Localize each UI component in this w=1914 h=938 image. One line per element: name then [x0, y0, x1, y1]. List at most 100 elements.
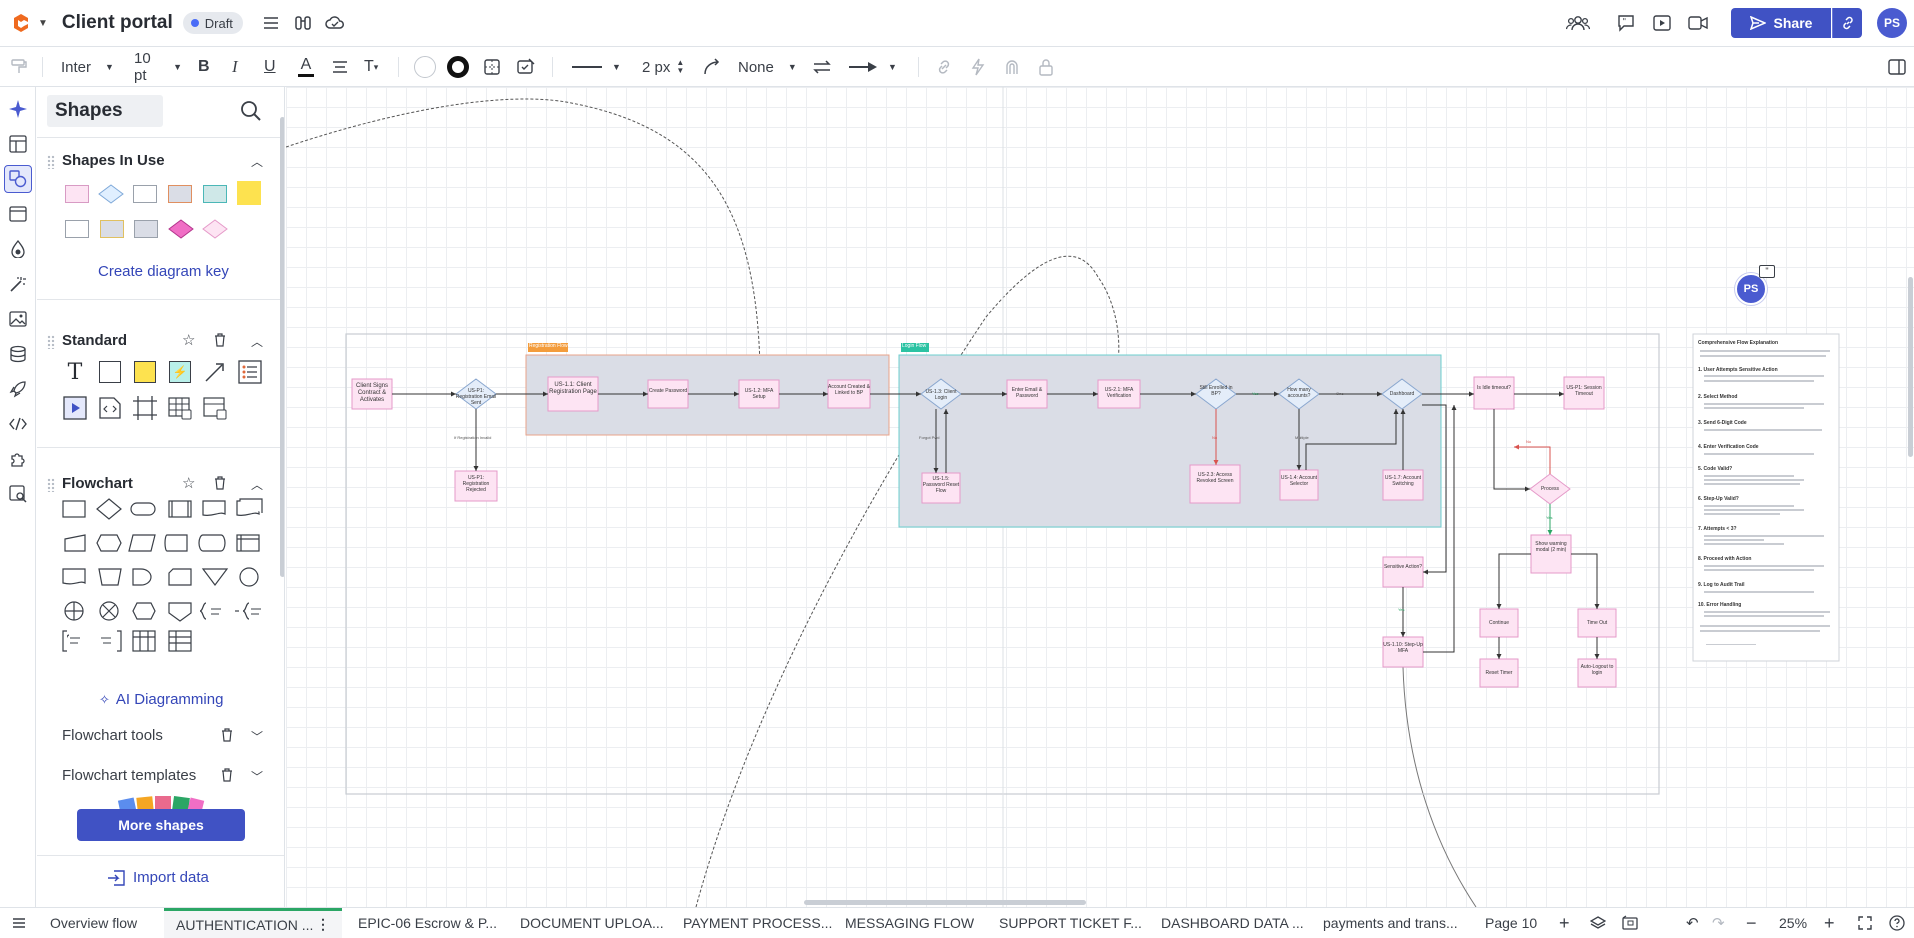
- tab-overview-flow[interactable]: Overview flow: [50, 908, 137, 938]
- undo-icon[interactable]: ↶: [1686, 908, 1699, 938]
- share-button[interactable]: Share: [1731, 8, 1831, 38]
- trash-icon[interactable]: [221, 728, 233, 742]
- swap-endpoints-icon[interactable]: [812, 47, 832, 87]
- present-icon[interactable]: [1648, 9, 1676, 37]
- curved-line-icon[interactable]: [702, 47, 722, 87]
- status-badge[interactable]: Draft: [182, 12, 243, 34]
- swatch-teal-rect[interactable]: [203, 185, 227, 203]
- integrations-icon[interactable]: [289, 9, 317, 37]
- menu-icon[interactable]: [257, 9, 285, 37]
- shape-embed-video[interactable]: [62, 395, 88, 421]
- shape-table[interactable]: [167, 395, 193, 421]
- shape-frame[interactable]: [132, 395, 158, 421]
- tab-document-upload[interactable]: DOCUMENT UPLOA...: [520, 908, 664, 938]
- tab-epic-06[interactable]: EPIC-06 Escrow & P...: [358, 908, 497, 938]
- shape-card[interactable]: [202, 395, 228, 421]
- image-search-icon[interactable]: [4, 480, 32, 508]
- fill-drop-icon[interactable]: [4, 235, 32, 263]
- cloud-saved-icon[interactable]: [321, 9, 349, 37]
- tab-payments-and-trans[interactable]: payments and trans...: [1323, 908, 1458, 938]
- link-icon[interactable]: [935, 47, 953, 87]
- flowchart-templates-section[interactable]: Flowchart templates: [62, 767, 196, 784]
- shape-action-block[interactable]: ⚡: [167, 359, 193, 385]
- italic-button[interactable]: I: [232, 47, 238, 87]
- image-icon[interactable]: [4, 305, 32, 333]
- search-icon[interactable]: [239, 99, 263, 123]
- font-size-select[interactable]: 10 pt ▼: [134, 47, 182, 87]
- favorite-star-icon[interactable]: ☆: [182, 331, 195, 349]
- flowchart-shape-grid[interactable]: [61, 497, 271, 647]
- swatch-magenta-diamond[interactable]: [167, 218, 195, 240]
- magic-tools-icon[interactable]: [4, 270, 32, 298]
- zoom-in-button[interactable]: +: [1824, 908, 1835, 938]
- shapes-icon[interactable]: [4, 165, 32, 193]
- swatch-gray-rect[interactable]: [134, 220, 158, 238]
- canvas-horizontal-scrollbar[interactable]: [804, 900, 1086, 905]
- tab-support-ticket[interactable]: SUPPORT TICKET F...: [999, 908, 1142, 938]
- canvas-vertical-scrollbar[interactable]: [1908, 277, 1913, 457]
- document-title[interactable]: Client portal: [62, 12, 173, 34]
- align-icon[interactable]: [332, 47, 348, 87]
- expand-chevron-icon[interactable]: ﹀: [251, 768, 263, 785]
- comments-icon[interactable]: ": [1612, 9, 1640, 37]
- right-panel-toggle-icon[interactable]: [1888, 47, 1906, 87]
- swatch-white-rect[interactable]: [133, 185, 157, 203]
- layers-icon[interactable]: [1590, 908, 1606, 938]
- flowchart-shape-grid-row5[interactable]: [61, 627, 271, 657]
- tab-authentication[interactable]: AUTHENTICATION ... ⋮: [164, 908, 342, 938]
- drag-handle-icon[interactable]: [47, 335, 55, 349]
- minimap-icon[interactable]: [1622, 908, 1638, 938]
- swatch-white-rect-2[interactable]: [65, 220, 89, 238]
- integrations-puzzle-icon[interactable]: [4, 445, 32, 473]
- line-width-stepper[interactable]: 2 px ▲ ▼: [642, 47, 684, 87]
- user-avatar[interactable]: PS: [1877, 8, 1907, 38]
- drag-handle-icon[interactable]: [47, 155, 55, 169]
- zoom-out-button[interactable]: −: [1746, 908, 1757, 938]
- database-icon[interactable]: [4, 340, 32, 368]
- copy-link-button[interactable]: [1832, 8, 1862, 38]
- rocket-icon[interactable]: [4, 375, 32, 403]
- frames-icon[interactable]: [4, 200, 32, 228]
- section-flowchart[interactable]: Flowchart: [62, 475, 133, 492]
- trash-icon[interactable]: [214, 333, 226, 347]
- tab-dashboard-data[interactable]: DASHBOARD DATA ...: [1161, 908, 1304, 938]
- collapse-chevron-icon[interactable]: ︿: [251, 153, 263, 170]
- shape-text[interactable]: T: [62, 359, 88, 385]
- fill-color-button[interactable]: [414, 47, 436, 87]
- format-painter-icon[interactable]: [10, 47, 28, 87]
- fit-to-screen-icon[interactable]: [1858, 908, 1872, 938]
- swatch-gray-yellow-rect[interactable]: [100, 220, 124, 238]
- border-style-icon[interactable]: [483, 47, 501, 87]
- ai-sparkle-icon[interactable]: [4, 95, 32, 123]
- swatch-gray-orange-rect[interactable]: [168, 185, 192, 203]
- zoom-level[interactable]: 25%: [1779, 908, 1807, 938]
- add-page-button[interactable]: +: [1559, 908, 1570, 938]
- drag-handle-icon[interactable]: [47, 478, 55, 492]
- app-menu-chevron-icon[interactable]: ▼: [38, 18, 48, 29]
- more-shapes-button[interactable]: More shapes: [77, 809, 245, 841]
- redo-icon[interactable]: ↷: [1712, 908, 1725, 938]
- collaborators-icon[interactable]: [1564, 9, 1592, 37]
- tab-more-icon[interactable]: ⋮: [316, 916, 330, 933]
- collapse-chevron-icon[interactable]: ︿: [251, 333, 263, 350]
- font-family-select[interactable]: Inter ▼: [61, 47, 121, 87]
- video-call-icon[interactable]: [1684, 9, 1712, 37]
- import-data-button[interactable]: Import data: [107, 869, 209, 886]
- end-endpoint-select[interactable]: ▼: [848, 47, 897, 87]
- tab-page-10[interactable]: Page 10: [1485, 908, 1537, 938]
- section-shapes-in-use[interactable]: Shapes In Use: [62, 152, 165, 169]
- shape-sticky-note[interactable]: [132, 359, 158, 385]
- favorite-star-icon[interactable]: ☆: [182, 474, 195, 492]
- tab-messaging-flow[interactable]: MESSAGING FLOW: [845, 908, 974, 938]
- swatch-pink-diamond[interactable]: [201, 218, 229, 240]
- underline-button[interactable]: U: [264, 47, 276, 87]
- app-logo-icon[interactable]: [10, 12, 32, 34]
- swatch-sticky-note[interactable]: [237, 181, 261, 205]
- section-standard[interactable]: Standard: [62, 332, 127, 349]
- magnet-icon[interactable]: [1004, 47, 1020, 87]
- create-diagram-key-link[interactable]: Create diagram key: [98, 263, 229, 280]
- trash-icon[interactable]: [214, 476, 226, 490]
- help-icon[interactable]: [1889, 908, 1905, 938]
- swatch-blue-diamond[interactable]: [97, 183, 125, 205]
- shape-code-block[interactable]: [97, 395, 123, 421]
